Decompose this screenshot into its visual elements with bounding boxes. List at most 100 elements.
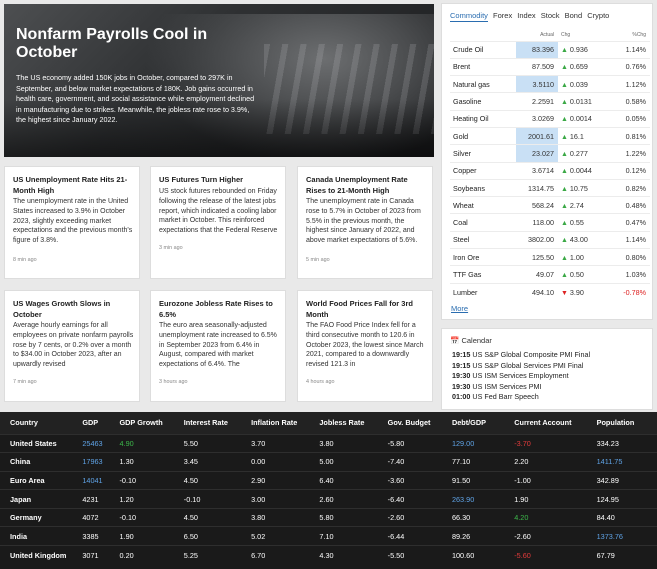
indicator-value[interactable]: 4072 <box>72 507 110 527</box>
indicator-value[interactable]: 89.26 <box>441 526 505 546</box>
country-name[interactable]: Japan <box>0 489 73 509</box>
indicator-value[interactable]: 6.40 <box>309 470 378 490</box>
indicator-value[interactable]: 0.20 <box>109 545 174 565</box>
hero-article[interactable]: Nonfarm Payrolls Cool in October The US … <box>4 4 434 157</box>
indicator-value[interactable]: 4.20 <box>504 507 587 527</box>
calendar-event[interactable]: 19:15 US S&P Global Services PMI Final <box>452 361 583 370</box>
commodity-name[interactable]: Gasoline <box>450 92 516 111</box>
commodity-row[interactable]: Silver 23.027 ▲ 0.277 1.22% <box>450 144 650 163</box>
country-name[interactable]: Euro Area <box>0 470 73 490</box>
news-card[interactable]: World Food Prices Fall for 3rd Month The… <box>297 290 433 402</box>
indicator-value[interactable]: -2.60 <box>504 526 587 546</box>
indicator-value[interactable]: -0.10 <box>109 507 174 527</box>
commodity-name[interactable]: Heating Oil <box>450 109 516 128</box>
column-header[interactable]: Country <box>0 412 73 434</box>
country-name[interactable]: United Kingdom <box>0 545 73 565</box>
indicator-value[interactable]: 66.30 <box>441 507 505 527</box>
indicator-value[interactable]: 3.80 <box>241 507 310 527</box>
column-header[interactable]: Population <box>586 412 657 434</box>
indicator-value[interactable]: 6.70 <box>241 545 310 565</box>
indicator-value[interactable]: -1.00 <box>504 470 587 490</box>
indicator-value[interactable]: 17963 <box>72 452 110 472</box>
commodity-row[interactable]: Wheat 568.24 ▲ 2.74 0.48% <box>450 196 650 214</box>
news-title[interactable]: US Unemployment Rate Hits 21-Month High <box>13 175 135 196</box>
indicator-value[interactable]: -6.44 <box>377 526 442 546</box>
indicator-value[interactable]: 3.00 <box>241 489 310 509</box>
indicator-value[interactable]: 7.10 <box>309 526 378 546</box>
calendar-event[interactable]: 19:30 US ISM Services Employment <box>452 371 569 380</box>
commodity-row[interactable]: Brent 87.509 ▲ 0.659 0.76% <box>450 57 650 76</box>
indicator-value[interactable]: 84.40 <box>586 507 657 527</box>
indicator-value[interactable]: -3.70 <box>504 433 587 453</box>
country-row[interactable]: United States 25463 4.90 5.50 3.70 3.80 -5.80 1… <box>0 433 657 453</box>
indicator-value[interactable]: 2.90 <box>241 470 310 490</box>
country-name[interactable]: India <box>0 526 73 546</box>
indicator-value[interactable]: -5.80 <box>377 433 442 453</box>
commodity-name[interactable]: Iron Ore <box>450 248 516 266</box>
column-header[interactable]: Jobless Rate <box>309 412 378 434</box>
indicator-value[interactable]: 2.20 <box>504 452 587 472</box>
country-row[interactable]: Euro Area 14041 -0.10 4.50 2.90 6.40 -3.60 91.5… <box>0 470 657 490</box>
indicator-value[interactable]: 0.00 <box>241 452 310 472</box>
indicator-value[interactable]: 5.00 <box>309 452 378 472</box>
indicator-value[interactable]: 1.90 <box>109 526 174 546</box>
news-title[interactable]: US Wages Growth Slows in October <box>13 299 135 320</box>
column-header[interactable]: GDP <box>72 412 110 434</box>
column-header[interactable]: Inflation Rate <box>241 412 310 434</box>
indicator-value[interactable]: 77.10 <box>441 452 505 472</box>
tab-index[interactable]: Index <box>517 11 535 20</box>
country-row[interactable]: Germany 4072 -0.10 4.50 3.80 5.80 -2.60 66.30 4.… <box>0 507 657 527</box>
news-card[interactable]: Eurozone Jobless Rate Rises to 6.5% The … <box>150 290 286 402</box>
news-card[interactable]: US Wages Growth Slows in October Average… <box>4 290 140 402</box>
indicator-value[interactable]: 4.90 <box>109 433 174 453</box>
indicator-value[interactable]: -5.60 <box>504 545 587 565</box>
tab-commodity[interactable]: Commodity <box>450 11 488 22</box>
commodity-name[interactable]: Crude Oil <box>450 40 516 59</box>
country-row[interactable]: India 3385 1.90 6.50 5.02 7.10 -6.44 89.26 -2.60… <box>0 526 657 546</box>
news-card[interactable]: US Unemployment Rate Hits 21-Month High … <box>4 166 140 279</box>
calendar-event[interactable]: 19:30 US ISM Services PMI <box>452 382 541 391</box>
calendar-title[interactable]: 📅 Calendar <box>450 336 492 345</box>
country-row[interactable]: United Kingdom 3071 0.20 5.25 6.70 4.30 -5.50 1… <box>0 545 657 565</box>
commodity-row[interactable]: Crude Oil 83.396 ▲ 0.936 1.14% <box>450 40 650 59</box>
country-name[interactable]: China <box>0 452 73 472</box>
indicator-value[interactable]: 124.95 <box>586 489 657 509</box>
indicator-value[interactable]: 4231 <box>72 489 110 509</box>
country-name[interactable]: United States <box>0 433 73 453</box>
column-header[interactable]: Debt/GDP <box>441 412 505 434</box>
news-title[interactable]: Eurozone Jobless Rate Rises to 6.5% <box>159 299 281 320</box>
commodity-row[interactable]: Steel 3802.00 ▲ 43.00 1.14% <box>450 230 650 249</box>
country-row[interactable]: Japan 4231 1.20 -0.10 3.00 2.60 -6.40 263.90 1.9… <box>0 489 657 509</box>
news-title[interactable]: Canada Unemployment Rate Rises to 21-Mon… <box>306 175 428 196</box>
tab-forex[interactable]: Forex <box>493 11 512 20</box>
commodity-name[interactable]: Soybeans <box>450 178 516 197</box>
calendar-event[interactable]: 19:15 US S&P Global Composite PMI Final <box>452 350 590 359</box>
country-row[interactable]: China 17963 1.30 3.45 0.00 5.00 -7.40 77.10 2.20… <box>0 452 657 472</box>
commodity-name[interactable]: Brent <box>450 57 516 76</box>
news-card[interactable]: US Futures Turn Higher US stock futures … <box>150 166 286 279</box>
indicator-value[interactable]: -7.40 <box>377 452 442 472</box>
news-card[interactable]: Canada Unemployment Rate Rises to 21-Mon… <box>297 166 433 279</box>
indicator-value[interactable]: 100.60 <box>441 545 505 565</box>
column-header[interactable]: Interest Rate <box>173 412 242 434</box>
commodity-row[interactable]: Iron Ore 125.50 ▲ 1.00 0.80% <box>450 248 650 266</box>
commodity-row[interactable]: Copper 3.6714 ▲ 0.0044 0.12% <box>450 161 650 180</box>
commodity-row[interactable]: Soybeans 1314.75 ▲ 10.75 0.82% <box>450 178 650 197</box>
indicator-value[interactable]: 1.90 <box>504 489 587 509</box>
more-link[interactable]: More <box>451 304 468 313</box>
commodity-name[interactable]: Silver <box>450 144 516 163</box>
commodity-row[interactable]: TTF Gas 49.07 ▲ 0.50 1.03% <box>450 265 650 284</box>
news-title[interactable]: World Food Prices Fall for 3rd Month <box>306 299 428 320</box>
commodity-name[interactable]: Lumber <box>450 282 516 301</box>
commodity-name[interactable]: Natural gas <box>450 75 516 93</box>
indicator-value[interactable]: 25463 <box>72 433 110 453</box>
commodity-name[interactable]: Copper <box>450 161 516 180</box>
commodity-row[interactable]: Gold 2001.61 ▲ 16.1 0.81% <box>450 126 650 145</box>
indicator-value[interactable]: 3.45 <box>173 452 242 472</box>
indicator-value[interactable]: 4.50 <box>173 470 242 490</box>
commodity-name[interactable]: Gold <box>450 126 516 145</box>
indicator-value[interactable]: -0.10 <box>109 470 174 490</box>
commodity-row[interactable]: Gasoline 2.2591 ▲ 0.0131 0.58% <box>450 92 650 111</box>
tab-bond[interactable]: Bond <box>565 11 583 20</box>
indicator-value[interactable]: 67.79 <box>586 545 657 565</box>
